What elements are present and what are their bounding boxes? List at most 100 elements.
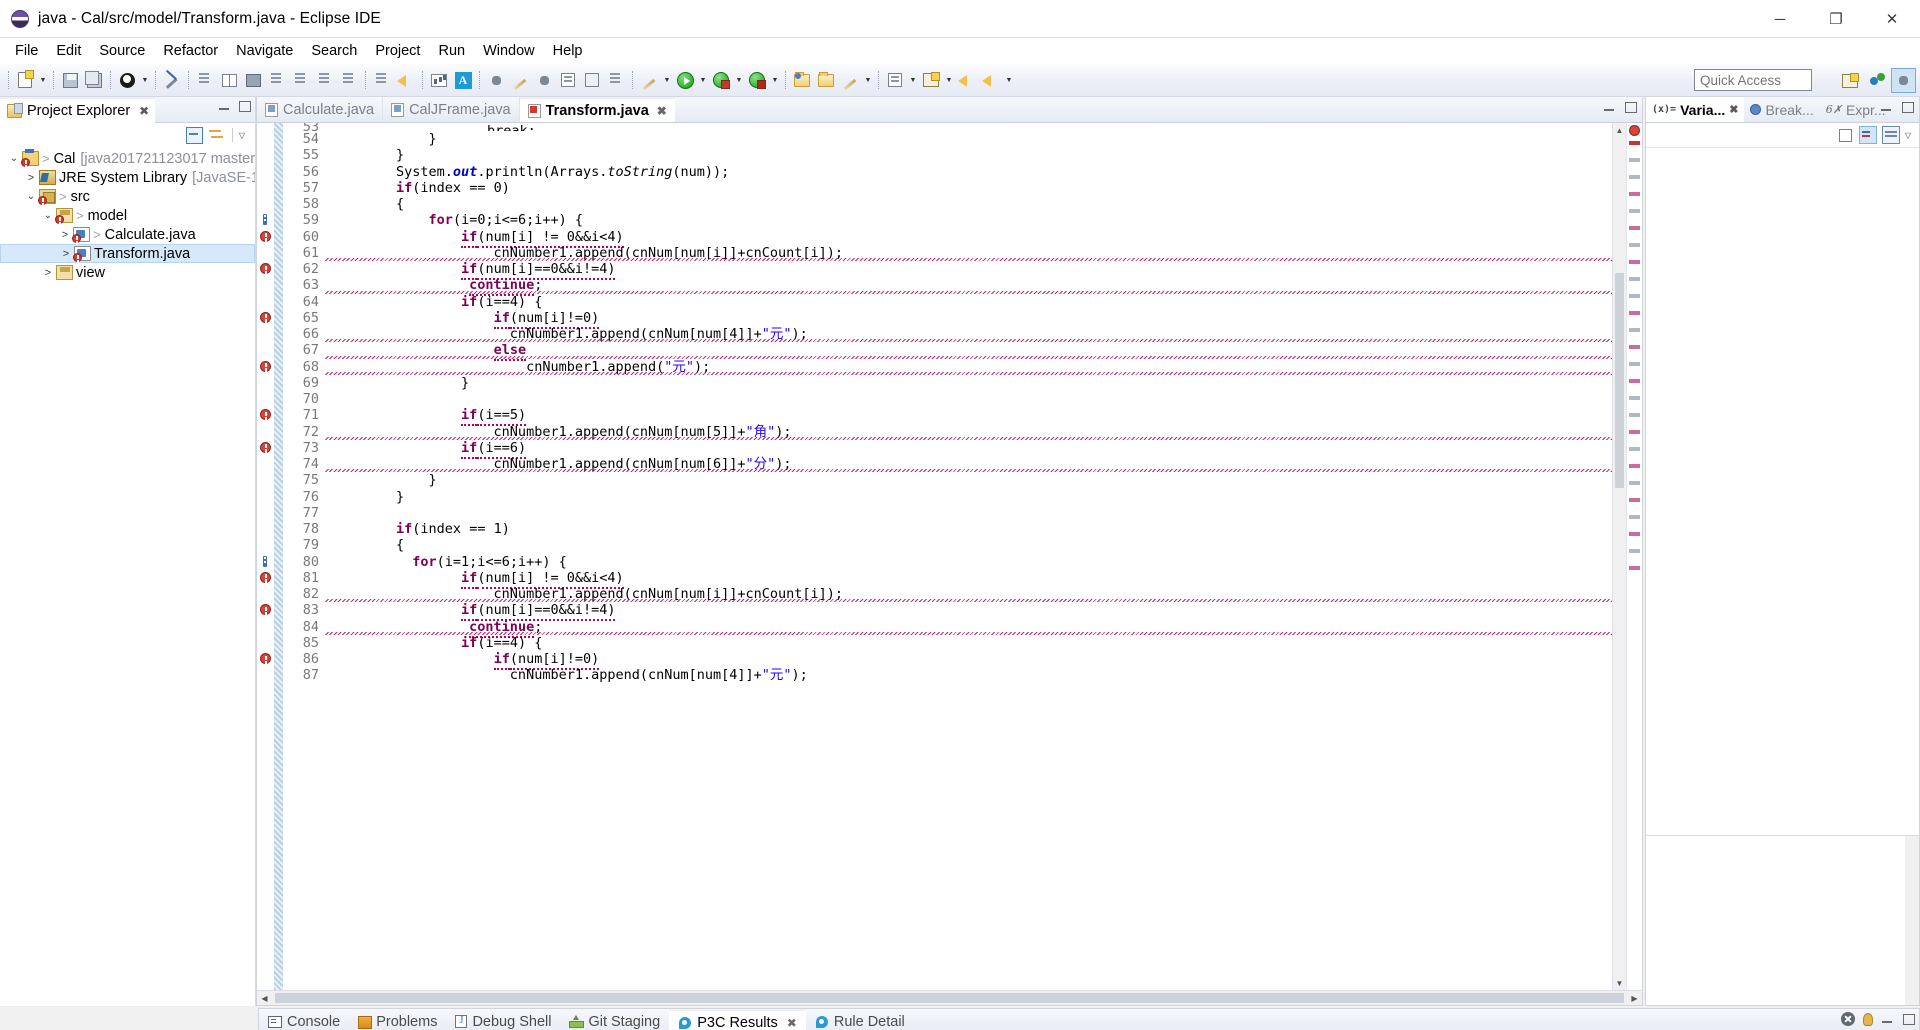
open-declaration-dropdown[interactable]: ▼ <box>907 68 919 92</box>
minimize-icon[interactable] <box>1881 1013 1894 1026</box>
tree-item-src[interactable]: ⌄ > src <box>0 187 255 206</box>
code-line[interactable]: if(num[i] != 0&&i<4) <box>331 228 1612 248</box>
overview-marker[interactable] <box>1629 226 1640 230</box>
previous-annotation-button[interactable] <box>394 68 418 92</box>
overview-marker[interactable] <box>1629 243 1640 247</box>
coverage-dropdown[interactable]: ▼ <box>769 68 781 92</box>
new-file-button[interactable] <box>13 68 37 92</box>
toggle-mark-occurrences-button[interactable] <box>160 68 184 92</box>
run-button[interactable] <box>673 68 697 92</box>
variables-tree[interactable] <box>1646 147 1919 835</box>
code-line[interactable]: cnNumber1.append(cnNum[num[4]]+"元"); <box>331 667 1612 683</box>
code-line[interactable]: if(num[i] != 0&&i<4) <box>331 569 1612 589</box>
step-return-button[interactable] <box>289 68 313 92</box>
quick-access-input[interactable] <box>1694 69 1812 91</box>
code-line[interactable] <box>331 505 1612 521</box>
person-button[interactable] <box>115 68 139 92</box>
menu-help[interactable]: Help <box>544 40 592 62</box>
step-over-button[interactable] <box>313 68 337 92</box>
scroll-up-arrow[interactable]: ▲ <box>1613 123 1626 137</box>
close-icon[interactable]: ✖ <box>657 104 667 118</box>
overview-marker[interactable] <box>1629 141 1640 145</box>
scroll-down-arrow[interactable]: ▼ <box>1613 976 1626 990</box>
code-line[interactable] <box>331 391 1612 407</box>
menu-window[interactable]: Window <box>474 40 544 62</box>
forward-button[interactable] <box>979 68 1003 92</box>
menu-refactor[interactable]: Refactor <box>154 40 227 62</box>
wand-button[interactable] <box>838 68 862 92</box>
overview-marker[interactable] <box>1629 549 1640 553</box>
external-tools-dropdown[interactable]: ▼ <box>661 68 673 92</box>
tree-item-jre-system-library[interactable]: > JRE System Library[JavaSE-1.8] <box>0 168 255 187</box>
overview-marker[interactable] <box>1629 396 1640 400</box>
minimize-window-button[interactable]: ─ <box>1752 0 1808 38</box>
link-with-editor-icon[interactable] <box>208 127 226 144</box>
overview-marker[interactable] <box>1629 447 1640 451</box>
code-line[interactable]: for(i=1;i<=6;i++) { <box>331 554 1612 570</box>
save-all-button[interactable] <box>82 68 106 92</box>
tree-item-model[interactable]: ⌄ > model <box>0 206 255 225</box>
new-java-project-button[interactable] <box>790 68 814 92</box>
open-type-button[interactable] <box>532 68 556 92</box>
overview-marker[interactable] <box>1629 345 1640 349</box>
maximize-icon[interactable] <box>1901 101 1914 114</box>
collapse-all-icon[interactable] <box>1836 126 1854 144</box>
overview-marker[interactable] <box>1629 430 1640 434</box>
debug-dropdown[interactable]: ▼ <box>733 68 745 92</box>
overview-marker[interactable] <box>1629 498 1640 502</box>
close-icon[interactable]: ✖ <box>787 1016 797 1030</box>
tree-item-view[interactable]: > view <box>0 263 255 282</box>
overview-marker[interactable] <box>1629 379 1640 383</box>
maximize-window-button[interactable]: ❐ <box>1808 0 1864 38</box>
overview-marker[interactable] <box>1629 192 1640 196</box>
code-line[interactable]: if(num[i]!=0) <box>331 651 1612 670</box>
scroll-thumb[interactable] <box>275 993 1624 1003</box>
chevron-down-icon[interactable]: ⌄ <box>23 191 39 202</box>
chevron-down-icon[interactable]: ⌄ <box>6 153 22 164</box>
info-marker-icon[interactable] <box>263 214 267 226</box>
menu-navigate[interactable]: Navigate <box>227 40 302 62</box>
two-column-button[interactable] <box>217 68 241 92</box>
close-icon[interactable]: ✖ <box>139 104 149 118</box>
chevron-right-icon[interactable]: > <box>58 248 74 260</box>
collapse-all-icon[interactable] <box>185 126 203 144</box>
error-marker-icon[interactable] <box>260 571 271 583</box>
tab-project-explorer[interactable]: Project Explorer ✖ <box>0 96 156 123</box>
save-button[interactable] <box>58 68 82 92</box>
error-marker-icon[interactable] <box>260 604 271 616</box>
java-ee-perspective-button[interactable] <box>1864 68 1889 93</box>
overview-marker[interactable] <box>1629 532 1640 536</box>
overview-marker[interactable] <box>1629 481 1640 485</box>
back-button[interactable] <box>955 68 979 92</box>
run-dropdown[interactable]: ▼ <box>697 68 709 92</box>
chevron-down-icon[interactable]: ⌄ <box>40 210 56 221</box>
minimize-icon[interactable] <box>1880 101 1893 114</box>
code-line[interactable]: } <box>331 489 1612 505</box>
open-perspective-button[interactable] <box>1837 68 1862 93</box>
code-line[interactable]: cnNumber1.append("元"); <box>325 359 1612 375</box>
menu-edit[interactable]: Edit <box>47 40 90 62</box>
overview-error-marker[interactable] <box>1629 125 1640 136</box>
bulb-icon[interactable] <box>1863 1012 1873 1026</box>
overview-marker[interactable] <box>1629 311 1640 315</box>
coverage-button[interactable] <box>745 68 769 92</box>
tree-item-calculate-java[interactable]: > > Calculate.java <box>0 225 255 244</box>
code-line[interactable]: else <box>325 342 1612 362</box>
editor-vertical-scrollbar[interactable]: ▲ ▼ <box>1612 123 1626 990</box>
scroll-right-arrow[interactable]: ▶ <box>1627 991 1642 1006</box>
tab-rule-detail[interactable]: Rule Detail <box>806 1009 914 1030</box>
tab-calculate-java[interactable]: Calculate.java <box>257 97 384 122</box>
view-menu-icon[interactable] <box>1881 126 1900 144</box>
menu-search[interactable]: Search <box>302 40 366 62</box>
chevron-right-icon[interactable]: > <box>57 229 73 241</box>
open-declaration-button[interactable] <box>883 68 907 92</box>
new-file-dropdown[interactable]: ▼ <box>37 68 49 92</box>
code-line[interactable]: if(num[i]!=0) <box>331 309 1612 329</box>
tab-console[interactable]: Console <box>259 1009 349 1030</box>
pilcrow-button[interactable] <box>604 68 628 92</box>
error-marker-icon[interactable] <box>260 230 271 242</box>
minimize-icon[interactable] <box>218 100 231 113</box>
minimize-icon[interactable] <box>1603 101 1616 114</box>
code-line[interactable]: continue; <box>325 277 1612 297</box>
code-line[interactable]: } <box>331 472 1612 488</box>
